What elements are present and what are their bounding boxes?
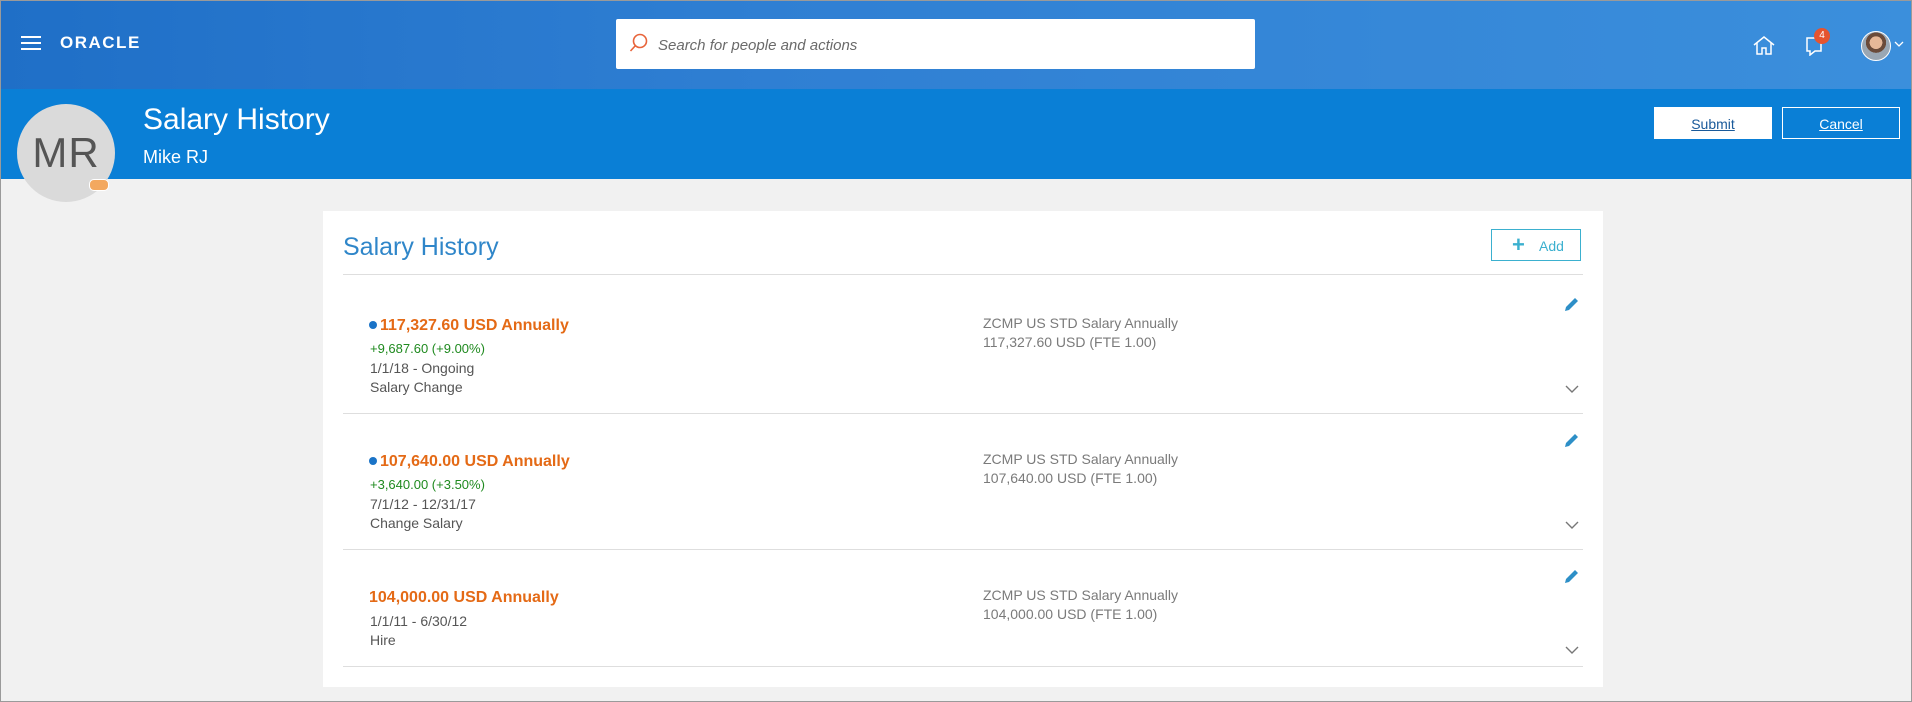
- card-title: Salary History: [343, 233, 499, 261]
- employee-name: Mike RJ: [143, 147, 209, 167]
- edit-pencil-icon[interactable]: [1563, 295, 1581, 313]
- salary-amount: 107,640.00 USD Annually: [369, 453, 570, 471]
- page-title: Salary History: [143, 103, 330, 136]
- chevron-down-icon[interactable]: [1565, 645, 1579, 655]
- notification-badge: 4: [1814, 28, 1830, 44]
- chevron-down-icon[interactable]: [1565, 520, 1579, 530]
- salary-plan: ZCMP US STD Salary Annually: [983, 451, 1179, 467]
- submit-button[interactable]: Submit: [1654, 107, 1772, 139]
- salary-dates: 1/1/11 - 6/30/12: [370, 613, 468, 629]
- user-avatar[interactable]: [1861, 31, 1891, 61]
- chevron-down-icon[interactable]: [1565, 384, 1579, 394]
- salary-reason: Hire: [370, 632, 396, 648]
- salary-plan: ZCMP US STD Salary Annually: [983, 587, 1179, 603]
- salary-dates: 1/1/18 - Ongoing: [370, 360, 475, 376]
- salary-reason: Change Salary: [370, 515, 463, 531]
- cancel-button[interactable]: Cancel: [1782, 107, 1900, 139]
- more-options-icon[interactable]: [89, 179, 109, 191]
- plan-amount: 104,000.00 USD (FTE 1.00): [983, 606, 1158, 622]
- current-indicator-icon: [369, 457, 377, 465]
- salary-history-card: Salary History + Add 117,327.60 USD Annu…: [323, 211, 1603, 687]
- add-button[interactable]: + Add: [1491, 229, 1581, 261]
- divider: [343, 274, 1583, 275]
- plan-amount: 117,327.60 USD (FTE 1.00): [983, 334, 1157, 350]
- search-box[interactable]: [616, 19, 1255, 69]
- edit-pencil-icon[interactable]: [1563, 431, 1581, 449]
- hamburger-icon[interactable]: [21, 36, 41, 52]
- salary-amount: 117,327.60 USD Annually: [369, 317, 569, 335]
- salary-amount: 104,000.00 USD Annually: [369, 589, 559, 606]
- home-icon[interactable]: [1752, 34, 1776, 56]
- oracle-logo[interactable]: ORACLE: [60, 33, 141, 53]
- plan-amount: 107,640.00 USD (FTE 1.00): [983, 470, 1158, 486]
- salary-reason: Salary Change: [370, 379, 463, 395]
- current-indicator-icon: [369, 321, 377, 329]
- divider: [343, 413, 1583, 414]
- salary-dates: 7/1/12 - 12/31/17: [370, 496, 476, 512]
- salary-change: +3,640.00 (+3.50%): [370, 477, 485, 492]
- edit-pencil-icon[interactable]: [1563, 567, 1581, 585]
- search-input[interactable]: [656, 29, 1240, 61]
- salary-change: +9,687.60 (+9.00%): [370, 341, 485, 356]
- divider: [343, 666, 1583, 667]
- search-icon: [629, 33, 648, 52]
- divider: [343, 549, 1583, 550]
- plus-icon: +: [1512, 232, 1525, 257]
- top-navigation-bar: ORACLE 4: [1, 1, 1911, 89]
- chevron-down-icon[interactable]: [1894, 39, 1904, 49]
- add-label: Add: [1539, 238, 1564, 254]
- salary-plan: ZCMP US STD Salary Annually: [983, 315, 1179, 331]
